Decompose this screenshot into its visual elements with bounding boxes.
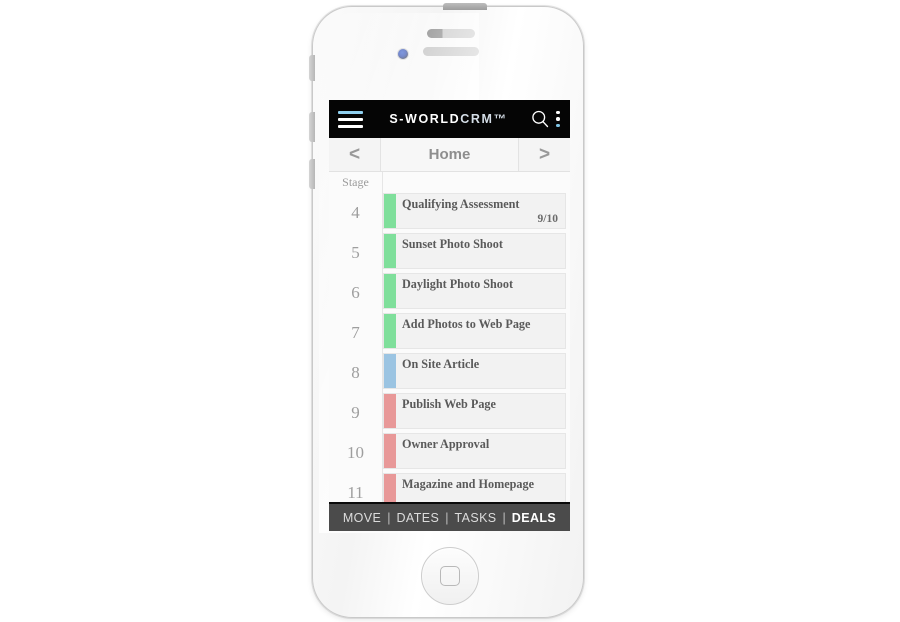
list-item[interactable]: Add Photos to Web Page [383,313,566,349]
proximity-sensor [427,29,475,38]
stage-color-bar [384,274,396,308]
next-page-button[interactable]: > [518,138,570,171]
stage-number: 9 [351,403,360,422]
stage-color-bar [384,474,396,502]
tab-move[interactable]: MOVE [339,511,385,525]
stage-column: Stage 4 5 6 7 8 9 10 11 [329,172,383,502]
previous-page-button[interactable]: < [329,138,381,171]
list-item-progress: 9/10 [537,213,558,225]
stage-color-bar [384,314,396,348]
stage-color-bar [384,234,396,268]
page-title: Home [381,138,518,171]
phone-screen: S-WORLDCRM™ < Home > Stage 4 5 6 7 8 9 1… [329,100,570,531]
phone-device: S-WORLDCRM™ < Home > Stage 4 5 6 7 8 9 1… [309,3,584,618]
earpiece-speaker [423,47,479,56]
list-item[interactable]: Magazine and Homepage [383,473,566,502]
list-item[interactable]: Qualifying Assessment 9/10 [383,193,566,229]
app-header: S-WORLDCRM™ [329,100,570,138]
list-item[interactable]: On Site Article [383,353,566,389]
page-navigation-bar: < Home > [329,138,570,172]
stage-number: 5 [351,243,360,262]
list-item[interactable]: Sunset Photo Shoot [383,233,566,269]
tab-separator: | [445,510,449,525]
app-title-main: S-WORLD [389,112,461,126]
stage-color-bar [384,394,396,428]
bottom-tab-bar: MOVE | DATES | TASKS | DEALS [329,502,570,531]
search-icon[interactable] [530,109,550,129]
list-item-label: Owner Approval [402,437,490,451]
list-item[interactable]: Daylight Photo Shoot [383,273,566,309]
hamburger-menu-icon[interactable] [338,110,363,128]
home-square-icon [440,566,460,586]
kebab-menu-icon[interactable] [556,110,561,128]
volume-down-button[interactable] [309,159,315,189]
deal-list: Qualifying Assessment 9/10 Sunset Photo … [383,172,570,502]
list-item-label: Qualifying Assessment [402,197,520,211]
list-item-label: On Site Article [402,357,480,371]
front-camera-icon [397,48,409,60]
stage-number: 10 [347,443,364,462]
list-item-label: Daylight Photo Shoot [402,277,514,291]
tab-deals[interactable]: DEALS [508,511,560,525]
stage-color-bar [384,434,396,468]
tab-dates[interactable]: DATES [392,511,443,525]
stage-column-header: Stage [342,175,369,189]
tab-separator: | [502,510,506,525]
home-button[interactable] [421,547,479,605]
power-button[interactable] [443,3,487,10]
stage-number: 7 [351,323,360,342]
list-item[interactable]: Publish Web Page [383,393,566,429]
app-title-suffix: CRM™ [460,112,508,126]
list-item-label: Publish Web Page [402,397,496,411]
app-title: S-WORLDCRM™ [363,112,530,126]
stage-color-bar [384,194,396,228]
stage-number: 8 [351,363,360,382]
stage-number: 4 [351,203,360,222]
list-item-label: Add Photos to Web Page [402,317,531,331]
volume-up-button[interactable] [309,112,315,142]
stage-number: 6 [351,283,360,302]
mute-switch[interactable] [309,55,315,81]
stage-board: Stage 4 5 6 7 8 9 10 11 Qualifying Asses… [329,172,570,502]
tab-separator: | [387,510,391,525]
list-item[interactable]: Owner Approval [383,433,566,469]
list-item-label: Sunset Photo Shoot [402,237,503,251]
tab-tasks[interactable]: TASKS [450,511,500,525]
stage-color-bar [384,354,396,388]
list-item-label: Magazine and Homepage [402,477,535,491]
screenshot-canvas: S-WORLDCRM™ < Home > Stage 4 5 6 7 8 9 1… [0,0,900,622]
